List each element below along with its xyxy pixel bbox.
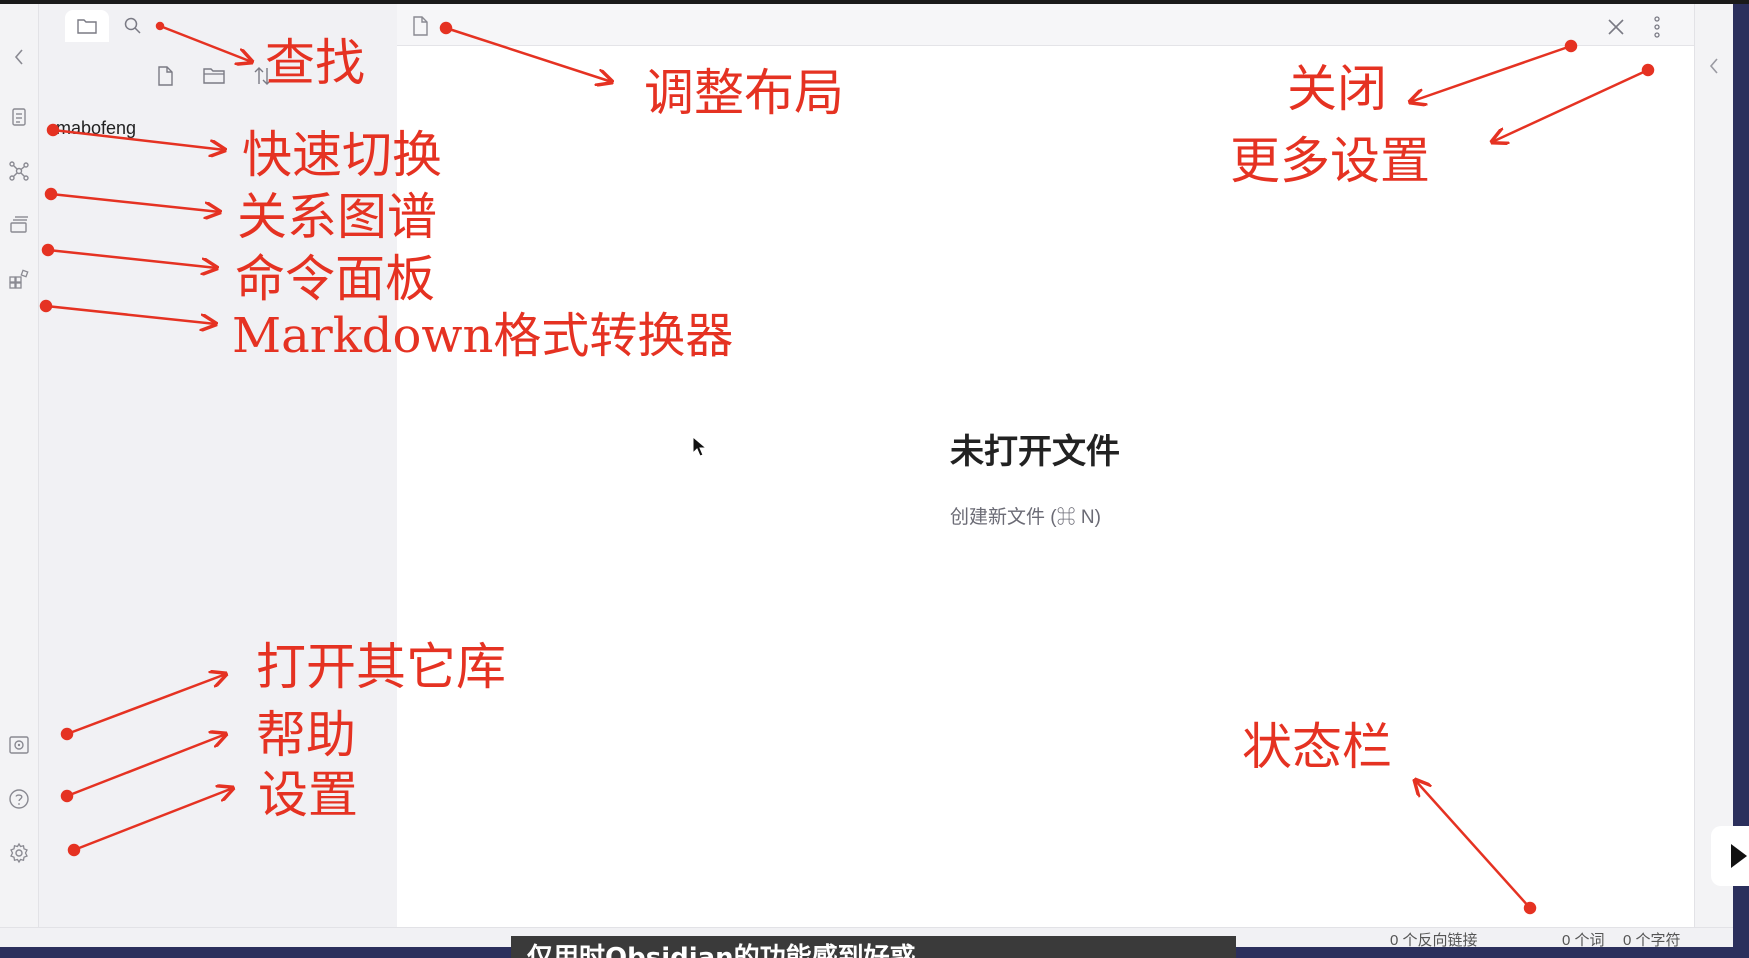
- annotation-quick-switch: 快速切换: [242, 126, 442, 184]
- backlinks-count[interactable]: 0 个反向链接: [1390, 929, 1478, 947]
- main-pane: 未打开文件 创建新文件 (⌘ N): [397, 4, 1694, 927]
- obsidian-window: mabofeng 未打开文件 创建新文件 (⌘ N) 0 个反向链接 0 个词 …: [0, 4, 1733, 947]
- command-layers-icon[interactable]: [6, 212, 32, 238]
- blocks-icon[interactable]: [6, 266, 32, 292]
- gear-icon[interactable]: [6, 840, 32, 866]
- help-circle-icon[interactable]: [6, 786, 32, 812]
- file-search-icon[interactable]: [6, 104, 32, 130]
- char-count: 0 个字符: [1623, 932, 1681, 947]
- file-icon[interactable]: [411, 16, 431, 36]
- annotation-open-vault: 打开其它库: [256, 638, 506, 696]
- tab-search[interactable]: [111, 10, 155, 42]
- vault-icon[interactable]: [6, 732, 32, 758]
- mouse-cursor-icon: [692, 436, 708, 457]
- annotation-status-bar: 状态栏: [1242, 718, 1392, 776]
- right-sidebar-collapsed: [1694, 4, 1733, 927]
- video-subtitle: 仅用时Obsidian的功能感到好惑: [511, 936, 1236, 958]
- annotation-command-palette: 命令面板: [235, 250, 435, 308]
- annotation-more-settings: 更多设置: [1230, 132, 1430, 190]
- chevron-left-icon[interactable]: [6, 44, 32, 70]
- more-vertical-icon[interactable]: [1650, 14, 1664, 40]
- word-count: 0 个词: [1562, 932, 1605, 947]
- search-icon: [124, 17, 141, 34]
- annotation-layout: 调整布局: [644, 64, 844, 122]
- new-file-icon[interactable]: [151, 62, 179, 90]
- left-ribbon: [0, 4, 39, 947]
- video-play-button[interactable]: [1711, 826, 1749, 886]
- annotation-graph: 关系图谱: [237, 188, 437, 246]
- tab-files[interactable]: [65, 10, 109, 42]
- annotation-help: 帮助: [256, 706, 356, 764]
- play-icon: [1731, 844, 1747, 868]
- tab-header: [397, 4, 1694, 46]
- chevron-left-icon[interactable]: [1707, 56, 1723, 76]
- create-new-file-link[interactable]: 创建新文件 (⌘ N): [950, 502, 1101, 529]
- annotation-close: 关闭: [1287, 60, 1387, 118]
- annotation-settings: 设置: [258, 766, 358, 824]
- folder-icon: [77, 19, 97, 34]
- annotation-markdown-converter: Markdown格式转换器: [232, 308, 734, 364]
- annotation-search: 查找: [265, 34, 365, 92]
- close-icon[interactable]: [1605, 16, 1627, 38]
- empty-state-title: 未打开文件: [950, 433, 1120, 471]
- new-folder-icon[interactable]: [200, 62, 228, 90]
- graph-icon[interactable]: [6, 158, 32, 184]
- vault-root-folder[interactable]: mabofeng: [56, 118, 136, 139]
